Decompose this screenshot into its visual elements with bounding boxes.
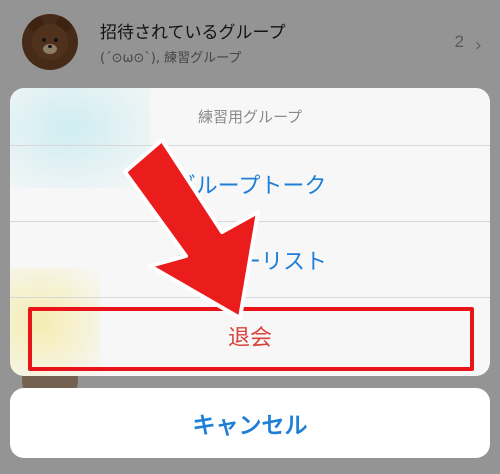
action-sheet-title: 練習用グループ [10, 88, 490, 146]
leave-highlight-box [28, 307, 474, 371]
cancel-button[interactable]: キャンセル [10, 388, 490, 458]
member-list-button[interactable]: メンバーリスト [10, 222, 490, 298]
group-talk-button[interactable]: グループトーク [10, 146, 490, 222]
